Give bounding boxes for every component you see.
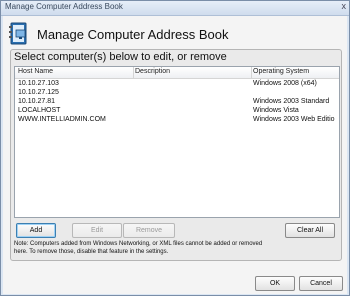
host-name-cell: WWW.INTELLIADMIN.COM	[18, 116, 106, 123]
column-divider[interactable]	[133, 67, 134, 78]
edit-button[interactable]: Edit	[72, 223, 122, 238]
column-divider[interactable]	[251, 67, 252, 78]
cancel-button[interactable]: Cancel	[299, 276, 343, 291]
os-cell: Windows 2008 (x64)	[253, 80, 317, 87]
table-row[interactable]: 10.10.27.81 Windows 2003 Standard	[15, 98, 339, 107]
os-cell: Windows 2003 Standard	[253, 98, 330, 105]
note-text: Note: Computers added from Windows Netwo…	[14, 241, 263, 255]
table-row[interactable]: WWW.INTELLIADMIN.COM Windows 2003 Web Ed…	[15, 116, 339, 125]
title-bar[interactable]: Manage Computer Address Book x	[1, 1, 349, 16]
os-cell: Windows 2003 Web Editio	[253, 116, 335, 123]
window-title: Manage Computer Address Book	[5, 2, 123, 11]
table-row[interactable]: 10.10.27.125	[15, 89, 339, 98]
computer-list[interactable]: Host Name Description Operating System 1…	[14, 66, 340, 218]
add-button[interactable]: Add	[16, 223, 56, 238]
clear-all-button[interactable]: Clear All	[285, 223, 335, 238]
table-row[interactable]: LOCALHOST Windows Vista	[15, 107, 339, 116]
header-title: Manage Computer Address Book	[37, 27, 229, 42]
os-cell: Windows Vista	[253, 107, 299, 114]
dialog-client: Manage Computer Address Book Select comp…	[3, 16, 347, 294]
list-header: Host Name Description Operating System	[15, 67, 339, 79]
column-operating-system[interactable]: Operating System	[253, 68, 309, 75]
host-name-cell: 10.10.27.103	[18, 80, 59, 87]
close-icon[interactable]: x	[342, 1, 347, 11]
dialog-window: Manage Computer Address Book x Manage Co…	[0, 0, 350, 296]
panel-label: Select computer(s) below to edit, or rem…	[14, 51, 227, 63]
host-name-cell: 10.10.27.125	[18, 89, 59, 96]
host-name-cell: 10.10.27.81	[18, 98, 55, 105]
column-host-name[interactable]: Host Name	[18, 68, 53, 75]
computer-list-panel: Select computer(s) below to edit, or rem…	[10, 49, 342, 261]
table-row[interactable]: 10.10.27.103 Windows 2008 (x64)	[15, 80, 339, 89]
address-book-icon	[9, 22, 27, 45]
host-name-cell: LOCALHOST	[18, 107, 61, 114]
remove-button[interactable]: Remove	[123, 223, 175, 238]
ok-button[interactable]: OK	[255, 276, 295, 291]
column-description[interactable]: Description	[135, 68, 170, 75]
